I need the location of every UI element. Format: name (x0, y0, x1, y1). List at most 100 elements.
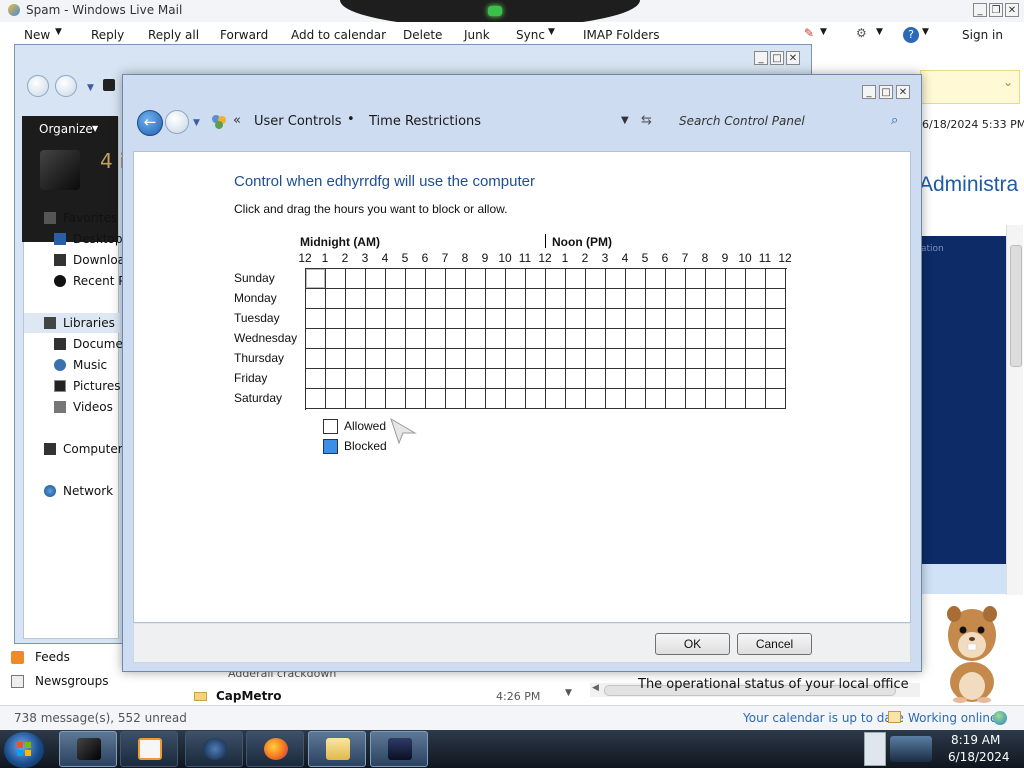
close-icon[interactable]: ✕ (786, 51, 800, 65)
hour-cell[interactable] (746, 309, 766, 329)
hour-cell[interactable] (626, 309, 646, 329)
hour-cell[interactable] (366, 369, 386, 389)
nav-libraries[interactable]: Libraries (63, 316, 115, 330)
hour-cell[interactable] (726, 309, 746, 329)
scrollbar-thumb[interactable] (1010, 245, 1022, 367)
start-button-icon[interactable] (4, 732, 44, 768)
hour-cell[interactable] (626, 289, 646, 309)
sync-button[interactable]: Sync (516, 28, 545, 42)
hour-cell[interactable] (526, 329, 546, 349)
hour-cell[interactable] (606, 289, 626, 309)
hour-cell[interactable] (346, 329, 366, 349)
hour-cell[interactable] (566, 289, 586, 309)
junk-button[interactable]: Junk (464, 28, 490, 42)
hour-cell[interactable] (426, 269, 446, 289)
add-to-calendar-button[interactable]: Add to calendar (291, 28, 386, 42)
close-icon[interactable]: ✕ (1005, 3, 1019, 17)
hour-cell[interactable] (606, 329, 626, 349)
hour-cell[interactable] (546, 369, 566, 389)
hour-cell[interactable] (386, 329, 406, 349)
hour-cell[interactable] (586, 269, 606, 289)
new-button[interactable]: New (24, 28, 50, 42)
minimize-icon[interactable]: _ (973, 3, 987, 17)
hour-cell[interactable] (586, 329, 606, 349)
hour-cell[interactable] (426, 289, 446, 309)
delete-button[interactable]: Delete (403, 28, 442, 42)
hour-cell[interactable] (346, 349, 366, 369)
hour-cell[interactable] (446, 389, 466, 409)
hour-cell[interactable] (706, 389, 726, 409)
hour-cell[interactable] (686, 309, 706, 329)
hour-cell[interactable] (706, 349, 726, 369)
hour-cell[interactable] (486, 369, 506, 389)
hour-cell[interactable] (566, 309, 586, 329)
hour-cell[interactable] (506, 289, 526, 309)
hour-cell[interactable] (646, 329, 666, 349)
hour-cell[interactable] (566, 349, 586, 369)
hour-cell[interactable] (486, 389, 506, 409)
hour-cell[interactable] (766, 389, 786, 409)
chevron-down-icon[interactable]: ▼ (876, 27, 883, 37)
hour-cell[interactable] (306, 349, 326, 369)
hour-cell[interactable] (426, 369, 446, 389)
chevron-down-icon[interactable]: ▼ (193, 118, 200, 128)
search-control-panel-input[interactable]: Search Control Panel ⌕ (663, 109, 913, 135)
hour-cell[interactable] (706, 369, 726, 389)
hour-cell[interactable] (326, 269, 346, 289)
hour-cell[interactable] (426, 309, 446, 329)
chevron-down-icon[interactable]: ▼ (87, 83, 94, 93)
hour-cell[interactable] (746, 269, 766, 289)
hour-cell[interactable] (306, 309, 326, 329)
hour-cell[interactable] (506, 349, 526, 369)
hour-cell[interactable] (346, 389, 366, 409)
nav-videos[interactable]: Videos (73, 400, 113, 414)
hour-cell[interactable] (526, 269, 546, 289)
hour-cell[interactable] (666, 369, 686, 389)
nav-desktop[interactable]: Desktop (73, 232, 123, 246)
hour-cell[interactable] (486, 289, 506, 309)
hour-cell[interactable] (466, 389, 486, 409)
reply-all-button[interactable]: Reply all (148, 28, 199, 42)
hour-cell[interactable] (506, 369, 526, 389)
hour-cell[interactable] (646, 289, 666, 309)
back-icon[interactable] (27, 75, 49, 97)
hour-cell[interactable] (626, 349, 646, 369)
hour-cell[interactable] (746, 389, 766, 409)
hour-cell[interactable] (626, 369, 646, 389)
nav-pictures[interactable]: Pictures (73, 379, 121, 393)
hour-cell[interactable] (546, 289, 566, 309)
hour-cell[interactable] (606, 309, 626, 329)
chevron-down-icon[interactable]: ⌄ (1003, 75, 1013, 89)
hour-cell[interactable] (566, 269, 586, 289)
hour-cell[interactable] (466, 289, 486, 309)
minimize-icon[interactable]: _ (862, 85, 876, 99)
chevron-down-icon[interactable]: ▼ (565, 688, 572, 698)
hour-cell[interactable] (746, 349, 766, 369)
hour-cell[interactable] (406, 309, 426, 329)
hour-cell[interactable] (526, 309, 546, 329)
hour-cell[interactable] (586, 369, 606, 389)
hour-cell[interactable] (406, 369, 426, 389)
hour-cell[interactable] (546, 329, 566, 349)
hour-cell[interactable] (686, 269, 706, 289)
hour-cell[interactable] (486, 309, 506, 329)
ok-button[interactable]: OK (655, 633, 730, 655)
hour-cell[interactable] (406, 389, 426, 409)
hour-cell[interactable] (386, 389, 406, 409)
hour-cell[interactable] (326, 309, 346, 329)
hour-cell[interactable] (366, 289, 386, 309)
hour-cell[interactable] (646, 349, 666, 369)
time-restriction-grid[interactable] (305, 268, 787, 410)
hour-cell[interactable] (526, 389, 546, 409)
nav-recent-places[interactable]: Recent Pl (73, 274, 129, 288)
hour-cell[interactable] (386, 369, 406, 389)
hour-cell[interactable] (526, 369, 546, 389)
hour-cell[interactable] (346, 309, 366, 329)
hour-cell[interactable] (646, 389, 666, 409)
hour-cell[interactable] (486, 329, 506, 349)
tray-camera-icon[interactable] (890, 736, 932, 762)
hour-cell[interactable] (726, 349, 746, 369)
message-sender[interactable]: CapMetro (216, 689, 281, 703)
hour-cell[interactable] (546, 389, 566, 409)
hour-cell[interactable] (466, 309, 486, 329)
